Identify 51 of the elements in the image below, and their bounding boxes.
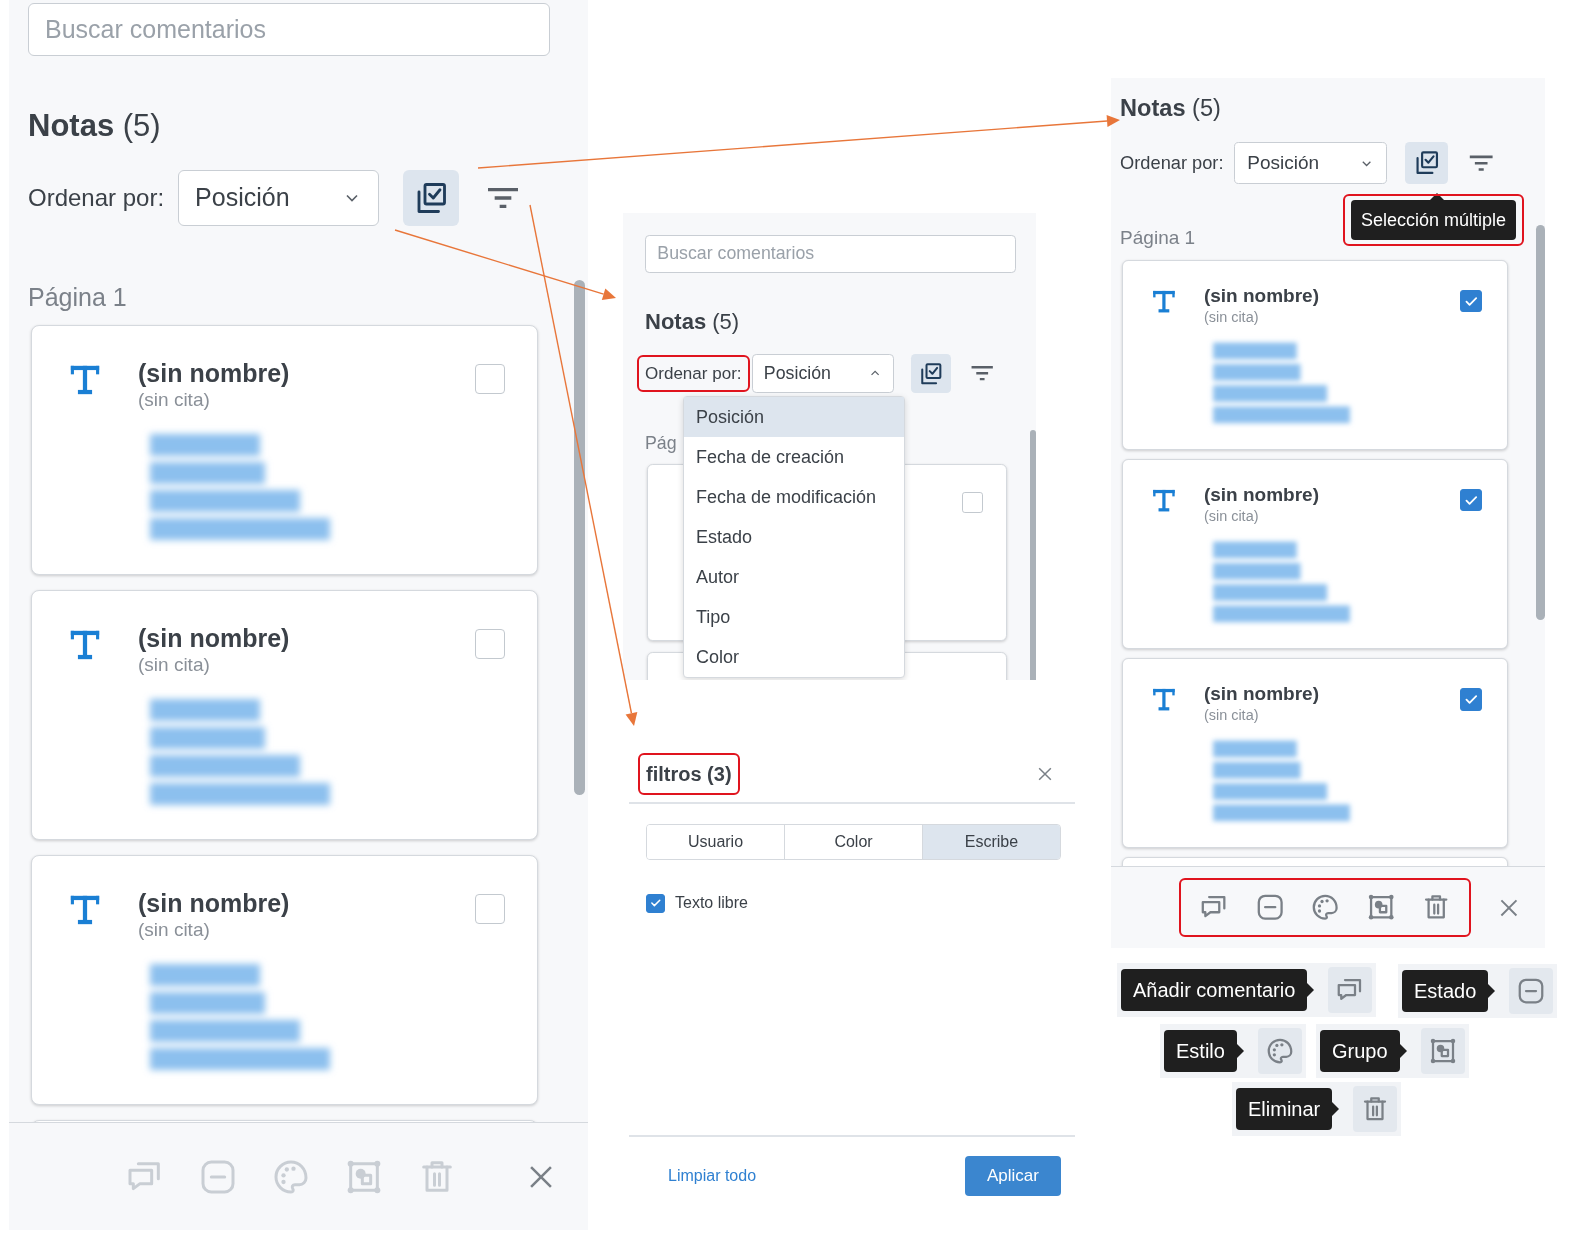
sort-dropdown[interactable]: Posición <box>751 353 895 394</box>
panel-title: Notas (5) <box>645 308 740 336</box>
note-quote: (sin cita) <box>1203 307 1259 326</box>
note-card[interactable]: (sin nombre) (sin cita) <box>31 325 538 575</box>
note-card[interactable]: (sin nombre) (sin cita) <box>1122 657 1508 848</box>
note-title: (sin nombre) <box>1203 484 1319 507</box>
note-title: (sin nombre) <box>1203 683 1319 706</box>
page-label: Página 1 <box>28 282 127 313</box>
note-card[interactable]: (sin nombre) (sin cita) <box>31 855 538 1105</box>
sort-dropdown[interactable]: Posición <box>178 170 380 226</box>
sort-dropdown[interactable]: Posición <box>1234 141 1387 185</box>
menu-item[interactable]: Autor <box>684 557 904 597</box>
tab[interactable]: Usuario <box>647 825 785 859</box>
note-quote: (sin cita) <box>1203 705 1259 725</box>
apply-button[interactable]: Aplicar <box>965 1156 1061 1196</box>
tooltip: Añadir comentario <box>1121 969 1308 1011</box>
tab[interactable]: Escribe <box>923 825 1060 859</box>
menu-item[interactable]: Posición <box>684 397 904 437</box>
menu-item[interactable]: Tipo <box>684 597 904 637</box>
note-quote: (sin cita) <box>138 388 210 412</box>
note-card[interactable]: (sin nombre) (sin cita) <box>1122 458 1508 649</box>
note-quote: (sin cita) <box>1203 506 1259 526</box>
tooltip: Estilo <box>1164 1030 1237 1072</box>
panel-title: filtros (3) <box>646 761 732 787</box>
menu-item[interactable]: Fecha de modificación <box>684 477 904 517</box>
page-label: Pág <box>645 432 677 456</box>
note-title: (sin nombre) <box>138 358 290 388</box>
panel-title: Notas (5) <box>1120 94 1221 123</box>
menu-item[interactable]: Fecha de creación <box>684 437 904 477</box>
search-field[interactable]: Buscar comentarios <box>645 235 1016 273</box>
note-title: (sin nombre) <box>138 888 290 918</box>
search-field[interactable]: Buscar comentarios <box>28 3 550 56</box>
clear-all-link[interactable]: Limpiar todo <box>668 1164 757 1188</box>
menu-item[interactable]: Estado <box>684 517 904 557</box>
menu-item[interactable]: Color <box>684 637 904 677</box>
sort-label: Ordenar por: <box>645 362 742 385</box>
tooltip: Selección múltiple <box>1351 200 1517 240</box>
panel-title: Notas (5) <box>28 107 161 145</box>
note-quote: (sin cita) <box>138 918 210 942</box>
note-quote: (sin cita) <box>138 653 210 677</box>
note-card[interactable]: (sin nombre) (sin cita) <box>1122 259 1508 450</box>
sort-label: Ordenar por: <box>28 183 165 213</box>
page-label: Página 1 <box>1120 226 1196 251</box>
checkbox-label: Texto libre <box>675 893 748 913</box>
tooltip: Estado <box>1402 970 1489 1012</box>
note-card[interactable]: (sin nombre) (sin cita) <box>31 590 538 840</box>
note-title: (sin nombre) <box>1203 284 1319 308</box>
note-title: (sin nombre) <box>138 623 290 653</box>
tooltip: Eliminar <box>1236 1088 1333 1130</box>
sort-label: Ordenar por: <box>1120 151 1224 176</box>
tooltip: Grupo <box>1320 1030 1400 1072</box>
